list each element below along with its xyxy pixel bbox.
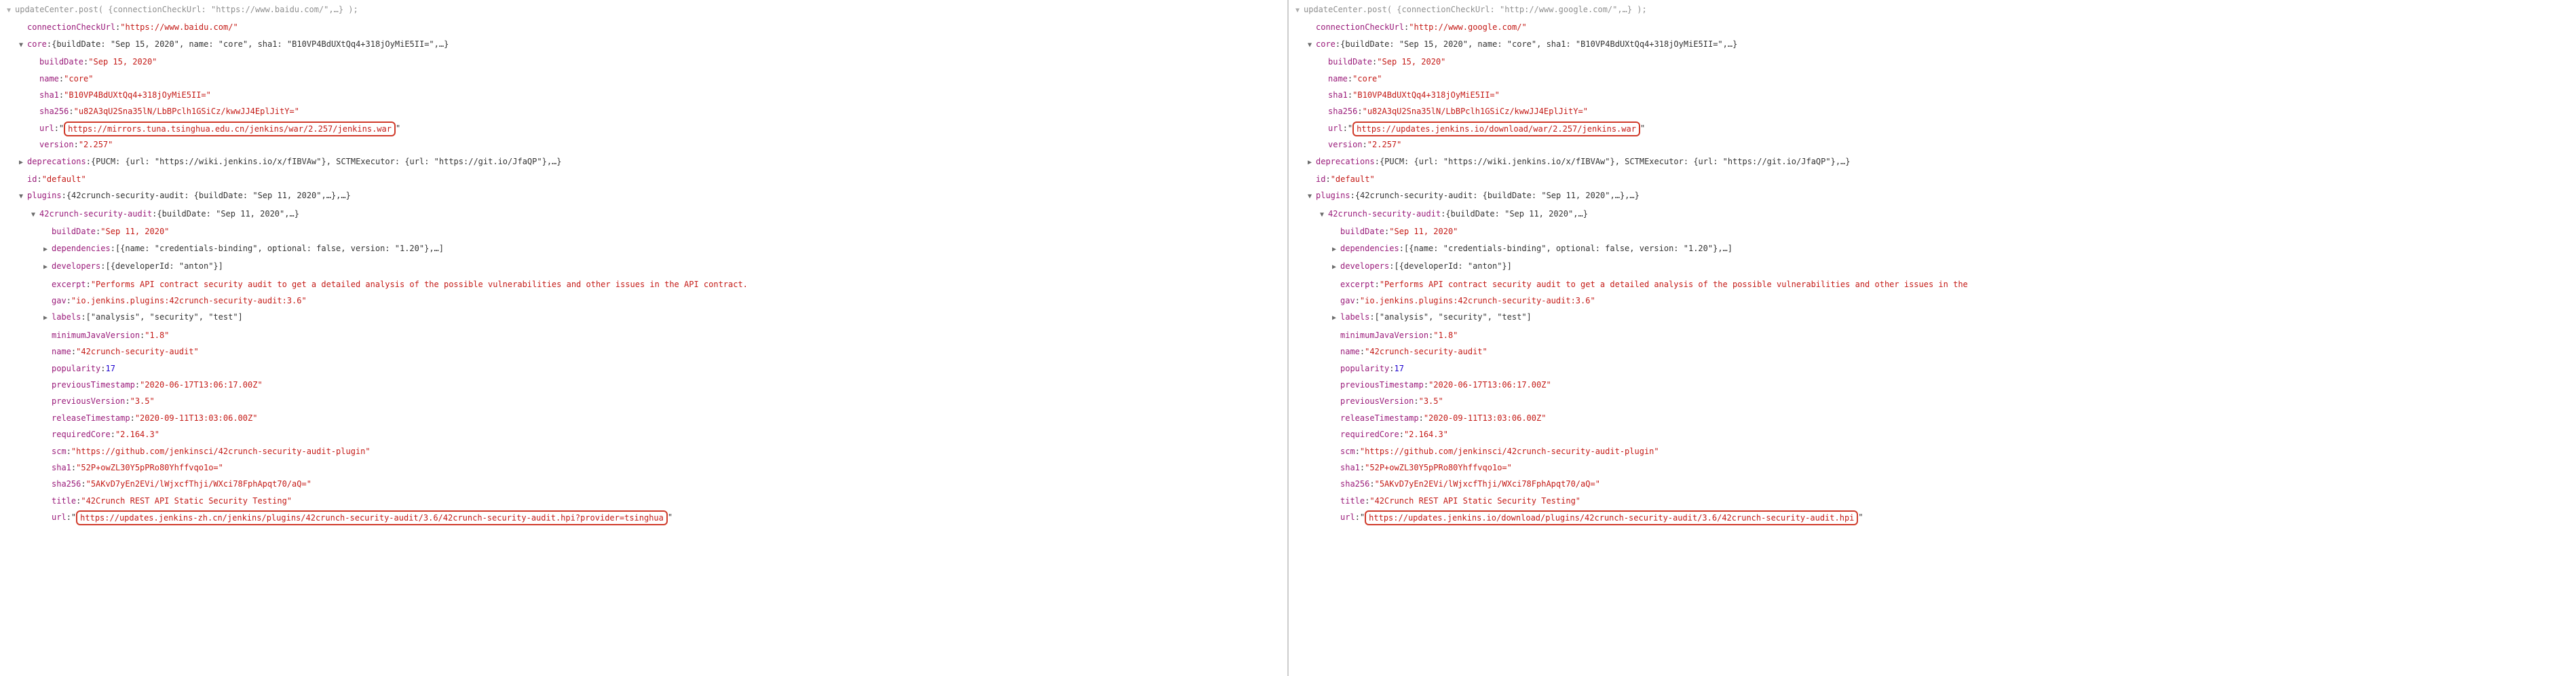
tree-row[interactable]: gav: "io.jenkins.plugins:42crunch-securi… [4,293,1287,309]
tree-row[interactable]: previousTimestamp: "2020-06-17T13:06:17.… [1293,377,2576,393]
tree-row[interactable]: id: "default" [1293,171,2576,187]
chevron-right-icon[interactable]: ▶ [41,259,50,276]
tree-row[interactable]: url: "https://updates.jenkins.io/downloa… [1293,509,2576,525]
tree-row[interactable]: sha256: "5AKvD7yEn2EVi/lWjxcfThji/WXci78… [1293,476,2576,492]
highlight-plugin-url: https://updates.jenkins.io/download/plug… [1365,510,1858,525]
tree-row[interactable]: sha256: "5AKvD7yEn2EVi/lWjxcfThji/WXci78… [4,476,1287,492]
tree-row[interactable]: ▼plugins: {42crunch-security-audit: {bui… [1293,187,2576,205]
tree-row[interactable]: ▼42crunch-security-audit: {buildDate: "S… [4,206,1287,223]
tree-row[interactable]: url: "https://updates.jenkins.io/downloa… [1293,120,2576,136]
tree-row[interactable]: ▼updateCenter.post( {connectionCheckUrl:… [1293,1,2576,19]
tree-row[interactable]: name: "core" [1293,71,2576,87]
tree-row[interactable]: sha1: "52P+owZL30Y5pPRo80Yhffvqo1o=" [1293,459,2576,476]
left-pane[interactable]: ▼updateCenter.post( {connectionCheckUrl:… [0,0,1287,676]
right-pane[interactable]: ▼updateCenter.post( {connectionCheckUrl:… [1287,0,2576,676]
tree-row[interactable]: popularity: 17 [4,360,1287,377]
tree-row[interactable]: requiredCore: "2.164.3" [1293,426,2576,443]
tree-row[interactable]: releaseTimestamp: "2020-09-11T13:03:06.0… [4,410,1287,426]
tree-row[interactable]: previousVersion: "3.5" [1293,393,2576,409]
chevron-right-icon[interactable]: ▶ [1329,259,1339,276]
tree-row[interactable]: popularity: 17 [1293,360,2576,377]
tree-row[interactable]: ▶labels: ["analysis", "security", "test"… [1293,309,2576,326]
tree-row[interactable]: title: "42Crunch REST API Static Securit… [1293,493,2576,509]
chevron-right-icon[interactable]: ▶ [41,242,50,258]
tree-row[interactable]: ▶dependencies: [{name: "credentials-bind… [1293,240,2576,258]
tree-row[interactable]: ▼core: {buildDate: "Sep 15, 2020", name:… [1293,36,2576,54]
tree-row[interactable]: id: "default" [4,171,1287,187]
tree-row[interactable]: excerpt: "Performs API contract security… [1293,276,2576,293]
chevron-right-icon[interactable]: ▶ [1329,310,1339,326]
tree-row[interactable]: sha1: "52P+owZL30Y5pPRo80Yhffvqo1o=" [4,459,1287,476]
tree-row[interactable]: ▶deprecations: {PUCM: {url: "https://wik… [1293,153,2576,171]
tree-row[interactable]: sha1: "B10VP4BdUXtQq4+318jOyMiE5II=" [4,87,1287,103]
tree-row[interactable]: ▼core: {buildDate: "Sep 15, 2020", name:… [4,36,1287,54]
chevron-down-icon[interactable]: ▼ [1305,37,1314,54]
tree-row[interactable]: version: "2.257" [4,136,1287,153]
chevron-down-icon[interactable]: ▼ [1305,189,1314,205]
tree-row[interactable]: ▼plugins: {42crunch-security-audit: {bui… [4,187,1287,205]
tree-row[interactable]: name: "42crunch-security-audit" [4,343,1287,360]
tree-row[interactable]: url: "https://updates.jenkins-zh.cn/jenk… [4,509,1287,525]
chevron-right-icon[interactable]: ▶ [1329,242,1339,258]
tree-row[interactable]: ▶labels: ["analysis", "security", "test"… [4,309,1287,326]
tree-row[interactable]: previousTimestamp: "2020-06-17T13:06:17.… [4,377,1287,393]
tree-row[interactable]: ▼42crunch-security-audit: {buildDate: "S… [1293,206,2576,223]
tree-row[interactable]: minimumJavaVersion: "1.8" [4,327,1287,343]
chevron-down-icon[interactable]: ▼ [29,207,38,223]
tree-row[interactable]: buildDate: "Sep 15, 2020" [4,54,1287,70]
diff-container: ▼updateCenter.post( {connectionCheckUrl:… [0,0,2576,676]
highlight-core-url: https://updates.jenkins.io/download/war/… [1352,121,1640,136]
tree-row[interactable]: releaseTimestamp: "2020-09-11T13:03:06.0… [1293,410,2576,426]
tree-row[interactable]: gav: "io.jenkins.plugins:42crunch-securi… [1293,293,2576,309]
tree-row[interactable]: version: "2.257" [1293,136,2576,153]
chevron-right-icon[interactable]: ▶ [16,155,26,171]
chevron-down-icon[interactable]: ▼ [4,3,14,19]
tree-row[interactable]: buildDate: "Sep 11, 2020" [1293,223,2576,240]
tree-row[interactable]: connectionCheckUrl: "http://www.google.c… [1293,19,2576,35]
tree-row[interactable]: ▶dependencies: [{name: "credentials-bind… [4,240,1287,258]
tree-row[interactable]: ▶deprecations: {PUCM: {url: "https://wik… [4,153,1287,171]
chevron-right-icon[interactable]: ▶ [1305,155,1314,171]
chevron-down-icon[interactable]: ▼ [1317,207,1327,223]
tree-row[interactable]: sha256: "u82A3qU2Sna35lN/LbBPclh1GSiCz/k… [4,103,1287,119]
chevron-down-icon[interactable]: ▼ [1293,3,1302,19]
tree-row[interactable]: ▶developers: [{developerId: "anton"}] [4,258,1287,276]
tree-row[interactable]: name: "42crunch-security-audit" [1293,343,2576,360]
tree-row[interactable]: ▶developers: [{developerId: "anton"}] [1293,258,2576,276]
tree-row[interactable]: previousVersion: "3.5" [4,393,1287,409]
tree-row[interactable]: sha1: "B10VP4BdUXtQq4+318jOyMiE5II=" [1293,87,2576,103]
tree-row[interactable]: minimumJavaVersion: "1.8" [1293,327,2576,343]
tree-row[interactable]: title: "42Crunch REST API Static Securit… [4,493,1287,509]
tree-row[interactable]: buildDate: "Sep 15, 2020" [1293,54,2576,70]
tree-row[interactable]: scm: "https://github.com/jenkinsci/42cru… [1293,443,2576,459]
tree-row[interactable]: sha256: "u82A3qU2Sna35lN/LbBPclh1GSiCz/k… [1293,103,2576,119]
tree-row[interactable]: buildDate: "Sep 11, 2020" [4,223,1287,240]
tree-row[interactable]: connectionCheckUrl: "https://www.baidu.c… [4,19,1287,35]
chevron-down-icon[interactable]: ▼ [16,189,26,205]
tree-row[interactable]: scm: "https://github.com/jenkinsci/42cru… [4,443,1287,459]
tree-row[interactable]: url: "https://mirrors.tuna.tsinghua.edu.… [4,120,1287,136]
tree-row[interactable]: requiredCore: "2.164.3" [4,426,1287,443]
tree-row[interactable]: ▼updateCenter.post( {connectionCheckUrl:… [4,1,1287,19]
chevron-right-icon[interactable]: ▶ [41,310,50,326]
tree-row[interactable]: name: "core" [4,71,1287,87]
tree-row[interactable]: excerpt: "Performs API contract security… [4,276,1287,293]
highlight-plugin-url: https://updates.jenkins-zh.cn/jenkins/pl… [76,510,668,525]
highlight-core-url: https://mirrors.tuna.tsinghua.edu.cn/jen… [64,121,396,136]
chevron-down-icon[interactable]: ▼ [16,37,26,54]
